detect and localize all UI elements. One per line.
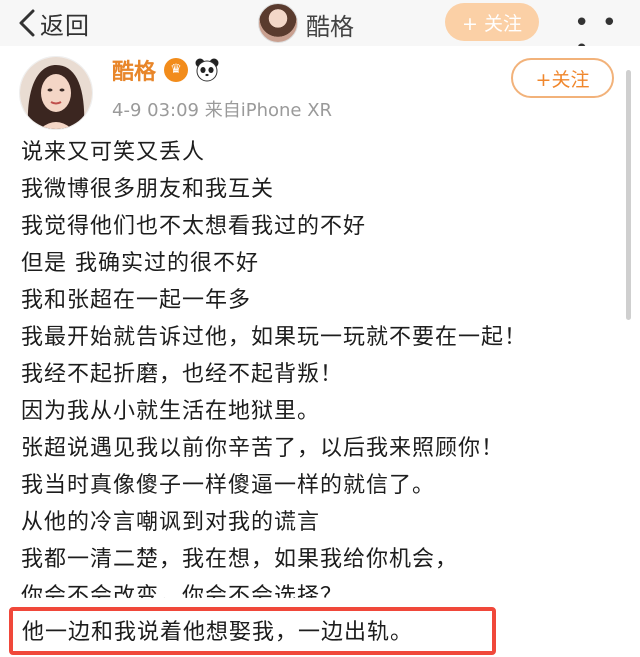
member-crown-icon: ♛	[164, 58, 188, 82]
author-avatar[interactable]	[19, 56, 93, 130]
post-line: 但是 我确实过的很不好	[21, 251, 259, 276]
post-line: 我经不起折磨，也经不起背叛！	[21, 362, 344, 387]
back-button[interactable]: 返回	[18, 6, 90, 40]
post-line: 从他的冷言嘲讽到对我的谎言	[21, 510, 321, 535]
back-label: 返回	[40, 11, 90, 40]
post-meta: 4-9 03:09 来自iPhone XR	[112, 100, 333, 121]
post-line: 因为我从小就生活在地狱里。	[21, 399, 321, 424]
nav-title-name: 酷格	[306, 13, 354, 41]
post-line: 我都一清二楚，我在想，如果我给你机会，	[21, 547, 459, 572]
post-body: 说来又可笑又丢人 我微博很多朋友和我互关 我觉得他们也不太想看我过的不好 但是 …	[21, 134, 621, 578]
author-name[interactable]: 酷格	[112, 54, 156, 86]
chevron-left-icon	[19, 9, 35, 37]
top-nav-bar: 返回 酷格 + 关注 • • •	[0, 0, 640, 62]
follow-button[interactable]: +关注	[511, 58, 614, 98]
post-line: 我和张超在一起一年多	[21, 288, 252, 313]
post-line: 我当时真像傻子一样傻逼一样的就信了。	[21, 473, 436, 498]
post-line: 我最开始就告诉过他，如果玩一玩就不要在一起！	[21, 325, 528, 350]
post-line: 张超说遇见我以前你辛苦了，以后我来照顾你！	[21, 436, 505, 461]
post-line: 说来又可笑又丢人	[21, 140, 206, 165]
nav-avatar[interactable]	[258, 3, 298, 43]
nav-follow-button[interactable]: + 关注	[445, 3, 539, 41]
scrollbar[interactable]	[626, 70, 631, 320]
post-line: 我微博很多朋友和我互关	[21, 177, 275, 202]
highlight-box	[9, 607, 496, 655]
post-line: 我觉得他们也不太想看我过的不好	[21, 214, 367, 239]
panda-icon	[195, 58, 219, 82]
